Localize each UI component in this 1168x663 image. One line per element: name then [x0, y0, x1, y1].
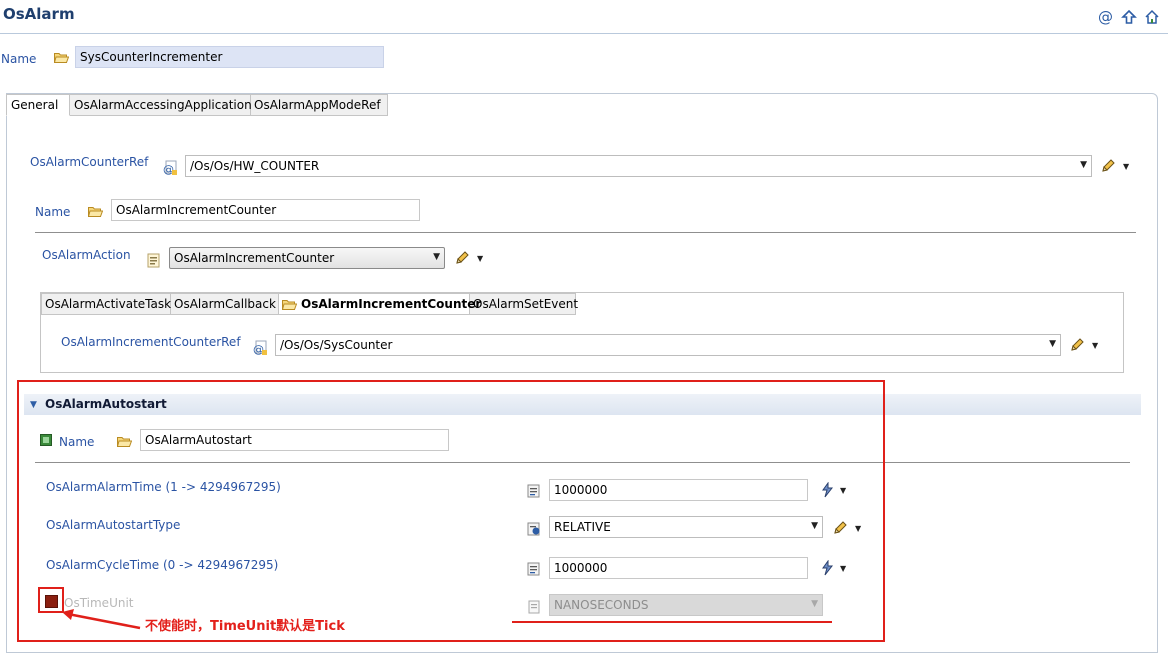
tab-osalarm-accessing-application[interactable]: OsAlarmAccessingApplication	[70, 94, 252, 116]
underline-highlight	[512, 621, 832, 623]
counter-ref-label: OsAlarmCounterRef	[30, 155, 149, 169]
action-name-field[interactable]: OsAlarmIncrementCounter	[111, 199, 420, 221]
at-icon[interactable]: @	[1098, 8, 1113, 26]
annotation-text: 不使能时，TimeUnit默认是Tick	[145, 619, 345, 634]
counter-ref-select[interactable]: /Os/Os/HW_COUNTER ▼	[185, 155, 1092, 177]
arrow-icon	[58, 608, 142, 637]
pencil-icon[interactable]	[454, 250, 470, 269]
action-value: OsAlarmIncrementCounter	[174, 251, 335, 265]
action-label: OsAlarmAction	[42, 248, 131, 262]
tab-osalarm-callback[interactable]: OsAlarmCallback	[171, 293, 279, 315]
increment-counter-ref-select[interactable]: /Os/Os/SysCounter ▼	[275, 334, 1061, 356]
up-arrow-icon[interactable]	[1121, 9, 1137, 28]
folder-icon	[281, 299, 298, 313]
title-divider	[0, 33, 1168, 34]
name-label: Name	[1, 52, 37, 66]
tab-label: OsAlarmIncrementCounter	[301, 297, 482, 311]
tab-osalarm-app-mode-ref[interactable]: OsAlarmAppModeRef	[251, 94, 388, 116]
highlight-box	[17, 380, 885, 642]
name-field[interactable]: SysCounterIncrementer	[75, 46, 384, 68]
reference-icon: @	[162, 160, 178, 179]
dropdown-arrow-icon[interactable]: ▼	[477, 254, 483, 263]
pencil-icon[interactable]	[1069, 337, 1085, 356]
pencil-icon[interactable]	[1100, 158, 1116, 177]
action-name-label: Name	[35, 205, 71, 219]
dropdown-arrow-icon[interactable]: ▼	[1092, 341, 1098, 350]
choice-icon	[146, 253, 162, 272]
page-title: OsAlarm	[3, 5, 75, 23]
folder-icon	[87, 206, 104, 220]
chevron-down-icon: ▼	[433, 252, 440, 262]
tab-osalarm-increment-counter[interactable]: OsAlarmIncrementCounter	[279, 293, 481, 315]
dropdown-arrow-icon[interactable]: ▼	[1123, 162, 1129, 171]
divider	[35, 232, 1136, 233]
tab-osalarm-activate-task[interactable]: OsAlarmActivateTask	[41, 293, 171, 315]
action-select[interactable]: OsAlarmIncrementCounter ▼	[169, 247, 445, 269]
increment-counter-ref-value: /Os/Os/SysCounter	[280, 338, 393, 352]
main-tab-bar: General OsAlarmAccessingApplication OsAl…	[6, 94, 388, 116]
chevron-down-icon: ▼	[1049, 339, 1056, 349]
reference-icon: @	[252, 340, 268, 359]
tab-osalarm-set-event[interactable]: OsAlarmSetEvent	[470, 293, 578, 315]
increment-counter-ref-label: OsAlarmIncrementCounterRef	[61, 335, 241, 349]
action-tab-bar: OsAlarmActivateTask OsAlarmCallback OsAl…	[41, 293, 578, 315]
counter-ref-value: /Os/Os/HW_COUNTER	[190, 159, 320, 173]
tab-general[interactable]: General	[6, 94, 70, 116]
folder-icon	[53, 52, 70, 66]
home-icon[interactable]	[1144, 9, 1160, 28]
chevron-down-icon: ▼	[1080, 160, 1087, 170]
